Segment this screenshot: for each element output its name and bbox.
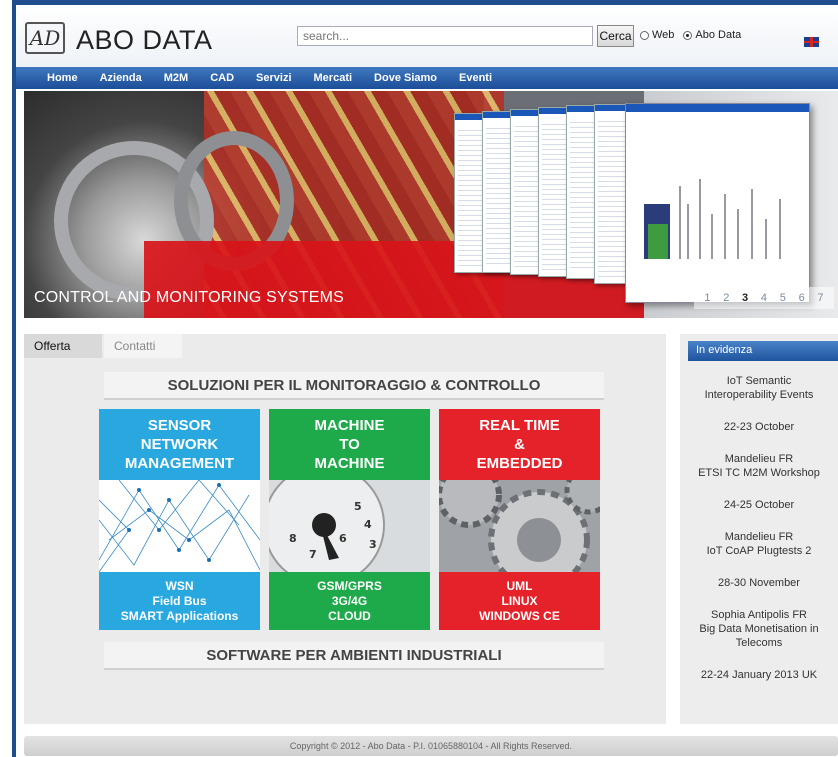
tile-subitem: WINDOWS CE (479, 608, 560, 623)
event-title[interactable]: IoT CoAP Plugtests 2 (680, 544, 838, 558)
radio-abo-data[interactable] (683, 30, 693, 40)
banner-pager: 1 2 3 4 5 6 7 (694, 287, 834, 309)
dial-digit: 3 (369, 538, 377, 551)
tab-contatti[interactable]: Contatti (104, 334, 182, 358)
tile-subitem: LINUX (501, 593, 538, 608)
site-title[interactable]: ABO DATA (76, 25, 213, 56)
pager-page[interactable]: 7 (817, 292, 823, 304)
tile-heading: & (514, 436, 525, 453)
nav-cad[interactable]: CAD (210, 72, 234, 84)
tile-bottom: GSM/GPRS 3G/4G CLOUD (269, 572, 430, 630)
tile-subitem: SMART Applications (120, 608, 239, 623)
tile-top: REAL TIME & EMBEDDED (439, 409, 600, 480)
footer-copyright: Copyright © 2012 - Abo Data - P.I. 01065… (289, 741, 573, 751)
nav-home[interactable]: Home (47, 72, 78, 84)
search-scope-radio-group: Web Abo Data (640, 29, 741, 41)
tile-heading: EMBEDDED (476, 455, 563, 472)
tile-subitem: Field Bus (152, 593, 207, 608)
search-input[interactable] (297, 26, 593, 46)
nav-azienda[interactable]: Azienda (100, 72, 142, 84)
event-title[interactable]: Big Data Monetisation in (680, 622, 838, 636)
site-header: AD ABO DATA Cerca Web Abo Data (16, 5, 838, 67)
event-date: 22-23 October (723, 421, 795, 433)
monitoring-chart-window (625, 103, 810, 303)
tile-subitem: GSM/GPRS (317, 578, 382, 593)
gears-image (439, 480, 600, 572)
sidebar-events-list: IoT Semantic Interoperability Events 22-… (680, 374, 838, 682)
nav-servizi[interactable]: Servizi (256, 72, 291, 84)
event-location: Mandelieu FR (724, 453, 794, 465)
tile-bottom: WSN Field Bus SMART Applications (99, 572, 260, 630)
tile-heading: REAL TIME (479, 417, 560, 434)
nav-m2m[interactable]: M2M (164, 72, 188, 84)
tile-heading: SENSOR (147, 417, 212, 434)
event-title[interactable]: ETSI TC M2M Workshop (680, 466, 838, 480)
radio-web[interactable] (640, 30, 649, 40)
event-date: 24-25 October (723, 499, 795, 511)
page-left-border (12, 0, 16, 757)
sidebar-in-evidenza: In evidenza IoT Semantic Interoperabilit… (680, 334, 838, 724)
sidebar-heading: In evidenza (688, 341, 838, 361)
dial-digit: 6 (339, 532, 347, 545)
tile-heading: NETWORK (140, 436, 219, 453)
pager-page[interactable]: 2 (723, 292, 729, 304)
event-title[interactable]: Telecoms (680, 636, 838, 650)
tile-subitem: 3G/4G (331, 593, 368, 608)
tile-machine-to-machine[interactable]: MACHINE TO MACHINE 5 4 6 7 8 3 GSM/GPRS … (269, 409, 430, 630)
tile-bottom: UML LINUX WINDOWS CE (439, 572, 600, 630)
offerta-panel: Offerta Contatti SOLUZIONI PER IL MONITO… (24, 334, 666, 724)
uk-flag-icon[interactable] (804, 37, 819, 47)
pager-page[interactable]: 5 (780, 292, 786, 304)
tile-heading: TO (339, 436, 360, 453)
tile-sensor-network[interactable]: SENSOR NETWORK MANAGEMENT WSN Field Bus … (99, 409, 260, 630)
radio-abo-data-label: Abo Data (695, 29, 742, 41)
tile-heading: MACHINE (314, 455, 385, 472)
tile-heading: MACHINE (314, 417, 385, 434)
tile-subitem: CLOUD (328, 608, 371, 623)
tile-subitem: WSN (165, 578, 194, 593)
event-date: 28-30 November (718, 577, 800, 589)
pager-page[interactable]: 1 (704, 292, 710, 304)
nav-mercati[interactable]: Mercati (314, 72, 353, 84)
tile-real-time-embedded[interactable]: REAL TIME & EMBEDDED UML LINUX WINDOWS C… (439, 409, 600, 630)
section-title-top: SOLUZIONI PER IL MONITORAGGIO & CONTROLL… (104, 372, 604, 400)
site-footer: Copyright © 2012 - Abo Data - P.I. 01065… (24, 736, 838, 756)
event-title[interactable]: IoT Semantic (680, 374, 838, 388)
tile-heading: MANAGEMENT (124, 455, 235, 472)
event-date: 22-24 January 2013 UK (700, 669, 818, 681)
network-mesh-image (99, 480, 260, 572)
nav-eventi[interactable]: Eventi (459, 72, 492, 84)
tile-top: MACHINE TO MACHINE (269, 409, 430, 480)
nav-dove-siamo[interactable]: Dove Siamo (374, 72, 437, 84)
dial-digit: 7 (309, 548, 317, 561)
meter-dial-image: 5 4 6 7 8 3 (269, 480, 430, 572)
dial-digit: 5 (354, 500, 362, 513)
event-location: Sophia Antipolis FR (711, 609, 807, 621)
dial-digit: 4 (364, 518, 372, 531)
main-nav: Home Azienda M2M CAD Servizi Mercati Dov… (16, 67, 838, 89)
dial-digit: 8 (289, 532, 297, 545)
pager-page[interactable]: 6 (799, 292, 805, 304)
tab-offerta[interactable]: Offerta (24, 334, 102, 358)
section-title-bottom: SOFTWARE PER AMBIENTI INDUSTRIALI (104, 642, 604, 670)
search-button[interactable]: Cerca (597, 25, 634, 47)
pager-page-active[interactable]: 3 (742, 292, 748, 304)
event-location: Mandelieu FR (724, 531, 794, 543)
monitoring-chart-graphic (644, 179, 781, 259)
tile-top: SENSOR NETWORK MANAGEMENT (99, 409, 260, 480)
event-title[interactable]: Interoperability Events (680, 388, 838, 402)
logo-icon[interactable]: AD (25, 22, 65, 54)
hero-banner[interactable]: CONTROL AND MONITORING SYSTEMS 1 2 3 4 5… (24, 91, 838, 318)
radio-web-label: Web (652, 29, 675, 41)
pager-page[interactable]: 4 (761, 292, 767, 304)
banner-caption: CONTROL AND MONITORING SYSTEMS (34, 289, 345, 306)
tile-subitem: UML (506, 578, 533, 593)
